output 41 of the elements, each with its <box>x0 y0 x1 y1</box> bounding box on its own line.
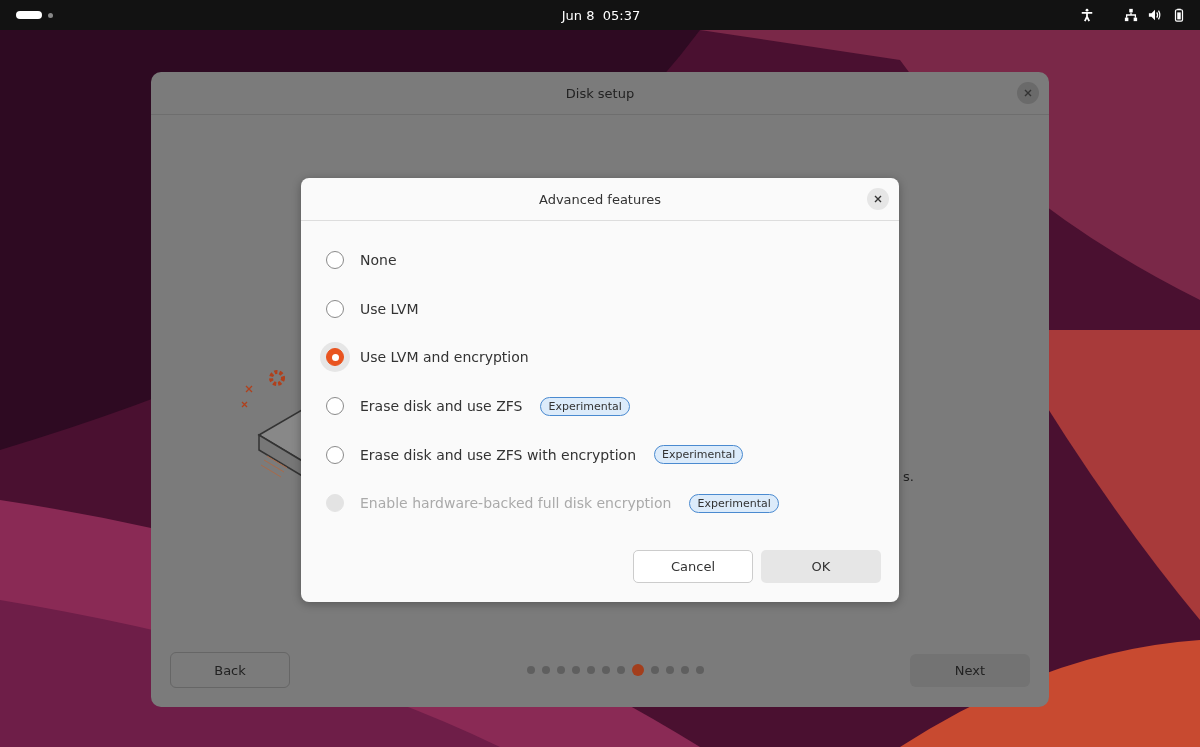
page-dot[interactable] <box>556 666 565 674</box>
experimental-badge: Experimental <box>540 396 630 416</box>
accessibility-icon[interactable] <box>1080 8 1094 22</box>
page-dot[interactable] <box>680 666 689 674</box>
dialog-title: Advanced features <box>538 191 662 207</box>
battery-icon[interactable] <box>1172 8 1186 22</box>
option-label[interactable]: Erase disk and use ZFS with encryption <box>360 446 636 463</box>
window-title: Disk setup <box>565 85 635 101</box>
ok-button[interactable]: OK <box>761 550 881 583</box>
workspace-indicator[interactable] <box>48 12 53 18</box>
network-icon[interactable] <box>1124 8 1138 22</box>
page-dot[interactable] <box>571 666 580 674</box>
workspace-indicator[interactable] <box>16 11 42 19</box>
close-icon <box>873 194 883 204</box>
radio-button[interactable] <box>326 299 344 318</box>
option-label[interactable]: None <box>360 252 397 269</box>
radio-button[interactable] <box>326 445 344 464</box>
page-dot[interactable] <box>586 666 595 674</box>
experimental-badge: Experimental <box>654 445 744 465</box>
page-dot[interactable] <box>631 664 644 676</box>
radio-button[interactable] <box>326 251 344 270</box>
volume-icon[interactable] <box>1148 8 1162 22</box>
clock[interactable]: Jun 8 05:37 <box>561 7 641 23</box>
description-text: s. <box>903 469 914 484</box>
back-button[interactable]: Back <box>170 652 290 688</box>
close-icon <box>1023 88 1033 98</box>
experimental-badge: Experimental <box>689 493 779 513</box>
radio-button[interactable] <box>326 397 344 416</box>
close-button[interactable] <box>867 188 889 210</box>
page-dot[interactable] <box>526 666 535 674</box>
page-dot[interactable] <box>665 666 674 674</box>
radio-button[interactable] <box>326 348 344 367</box>
page-dot[interactable] <box>616 666 625 674</box>
page-dot[interactable] <box>695 666 704 674</box>
page-dot[interactable] <box>650 666 659 674</box>
page-dot[interactable] <box>541 666 550 674</box>
cancel-button[interactable]: Cancel <box>633 550 753 583</box>
option-label[interactable]: Use LVM and encryption <box>360 349 529 366</box>
option-label[interactable]: Erase disk and use ZFS <box>360 398 523 415</box>
option-label[interactable]: Use LVM <box>360 300 419 317</box>
page-dot[interactable] <box>601 666 610 674</box>
